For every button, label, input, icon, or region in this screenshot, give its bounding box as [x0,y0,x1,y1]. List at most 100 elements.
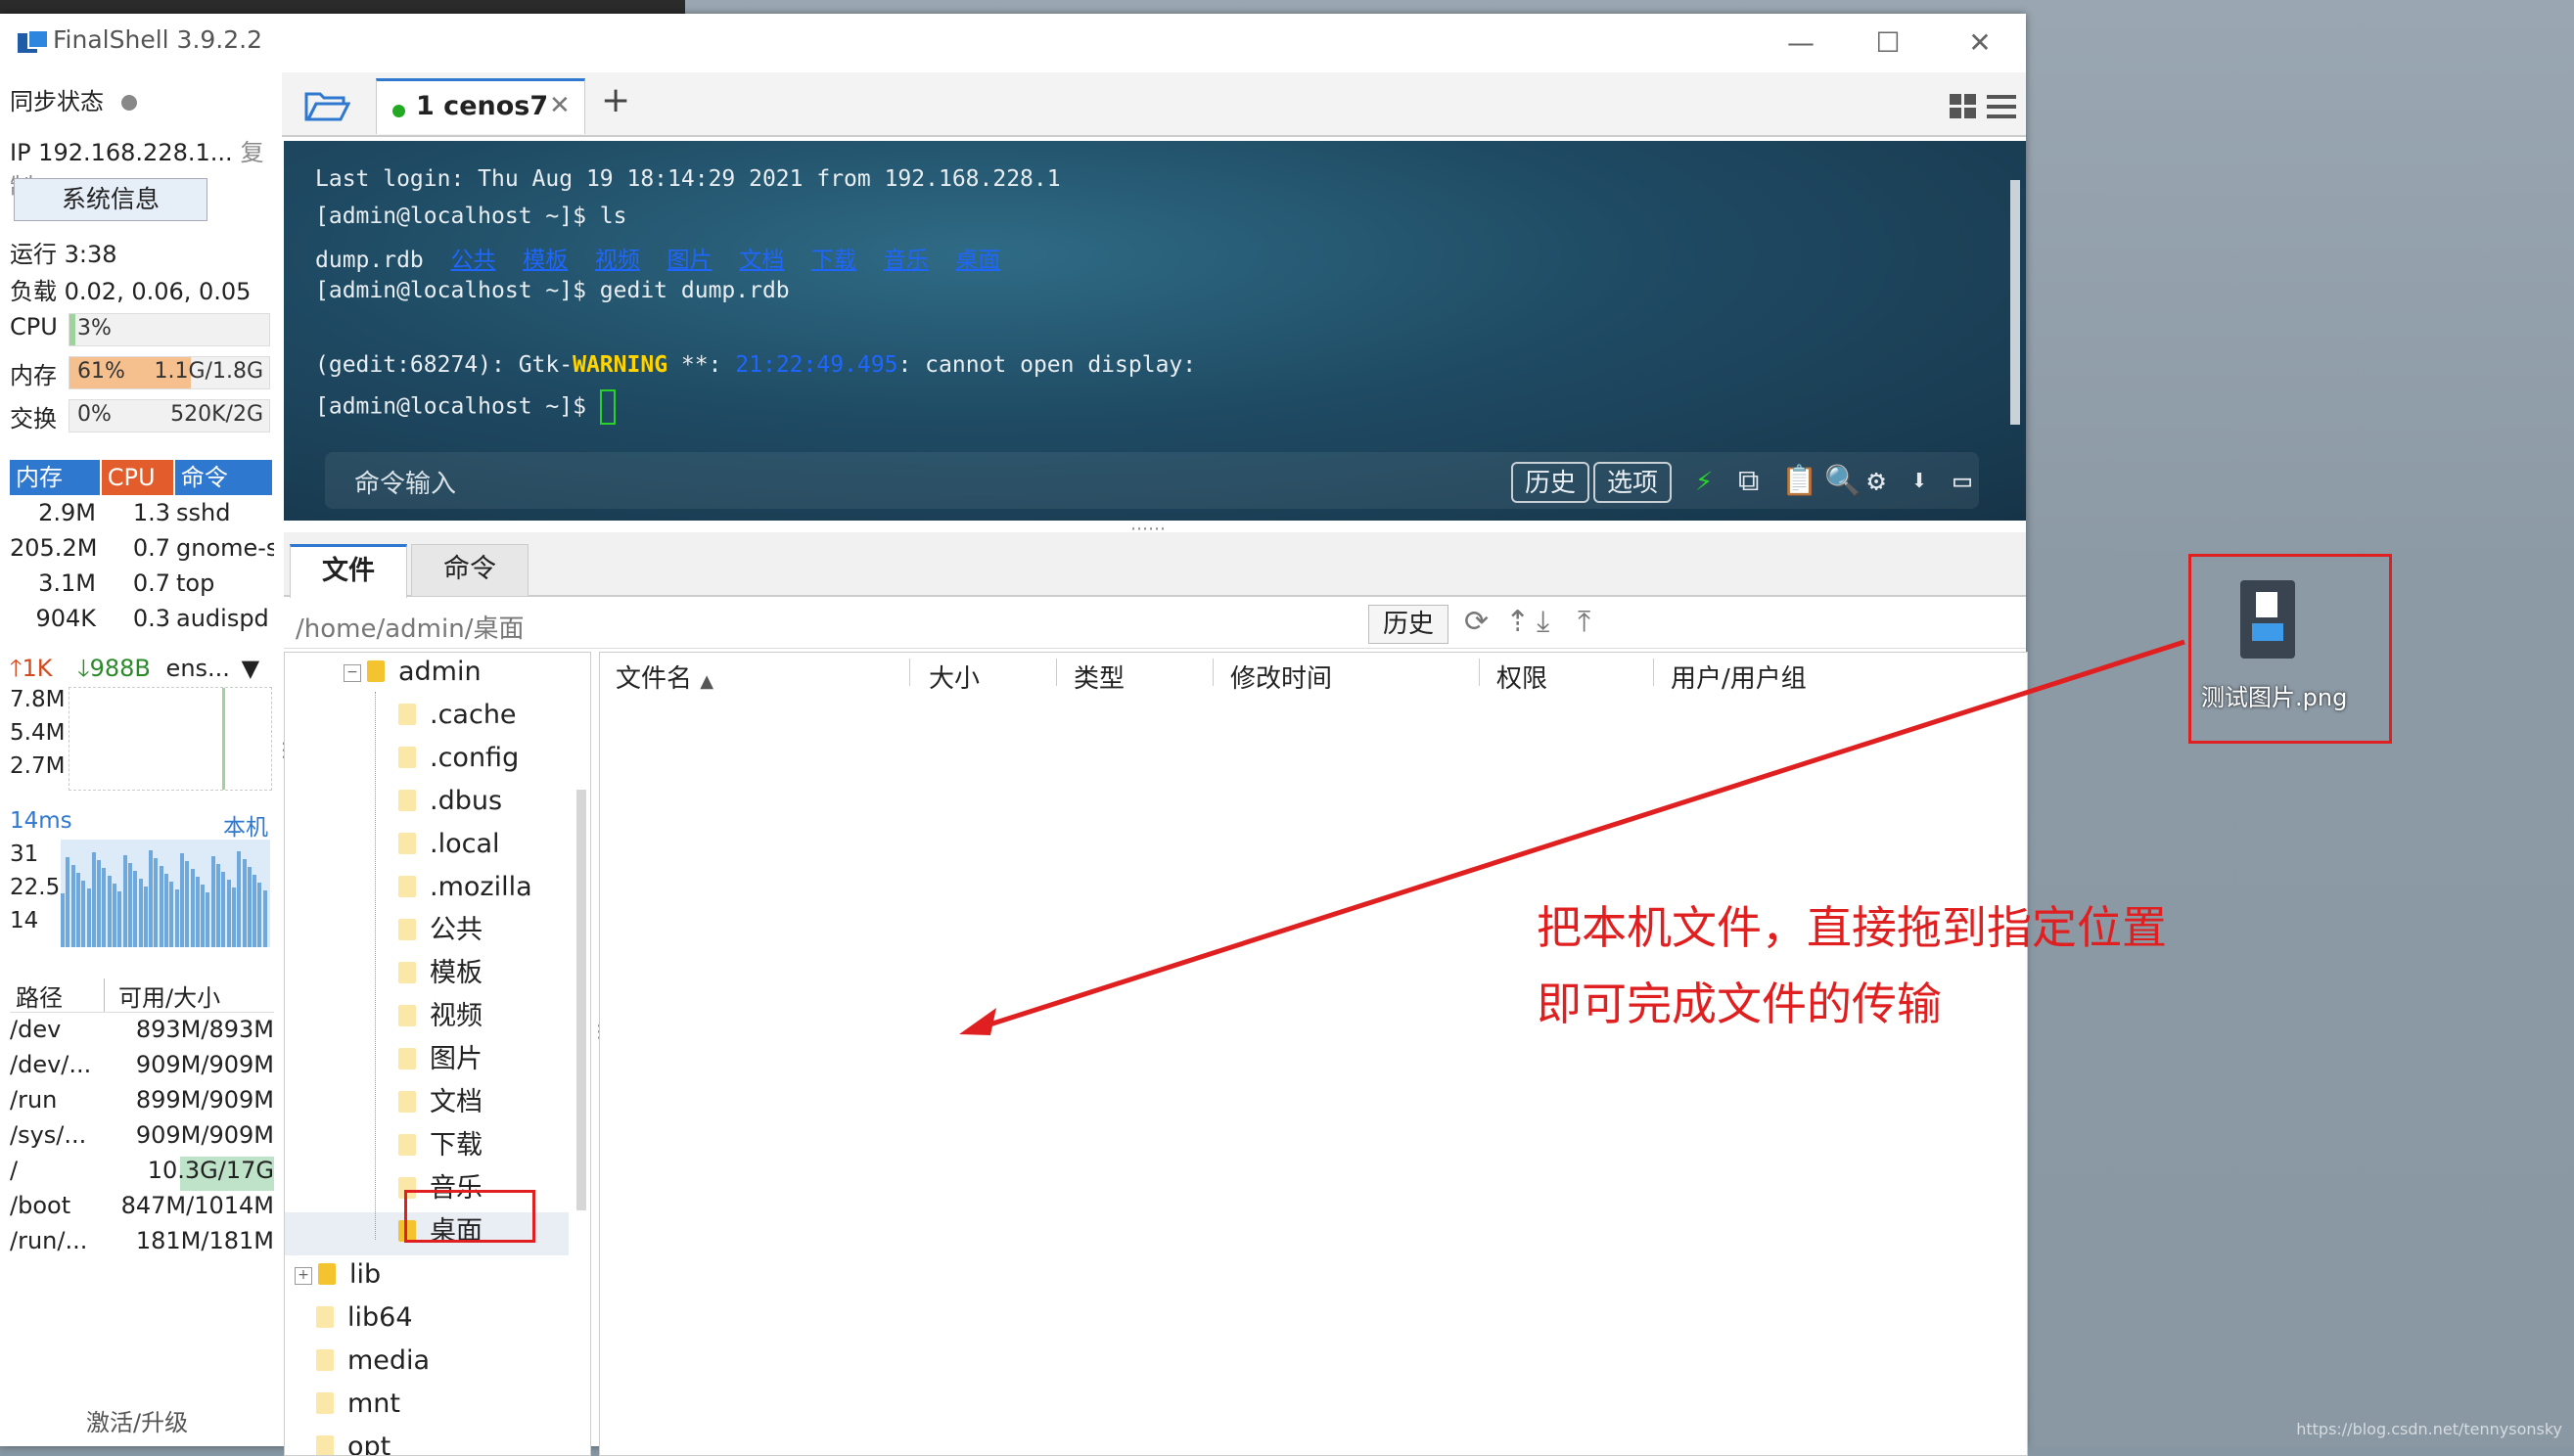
tree-node-root[interactable]: opt [316,1428,391,1456]
col-type[interactable]: 类型 [1074,659,1125,695]
maximize-button[interactable]: ☐ [1854,22,1922,65]
tab-close-icon[interactable]: ✕ [549,91,571,120]
up-directory-icon[interactable]: ⇡ [1505,605,1530,639]
col-size[interactable]: 大小 [929,659,980,695]
tree-node-root[interactable]: +lib [295,1255,381,1295]
tree-node-admin[interactable]: −admin [344,653,482,692]
tree-node[interactable]: 文档 [398,1083,483,1122]
disk-row[interactable]: /dev893M/893M [10,1016,274,1050]
disk-row[interactable]: /sys/...909M/909M [10,1121,274,1156]
tree-node[interactable]: 模板 [398,954,483,993]
tree-scrollbar[interactable] [576,790,586,1210]
tree-node[interactable]: .config [398,739,519,778]
disk-col-path[interactable]: 路径 [10,978,104,1012]
finalshell-window: FinalShell 3.9.2.2 — ☐ ✕ 同步状态 IP 192.168… [0,14,2026,1446]
cpu-label: CPU [10,313,58,341]
column-divider[interactable] [909,659,910,686]
download-icon[interactable]: ⤓ [1537,605,1549,639]
tree-node[interactable]: .dbus [398,782,502,821]
proc-col-cpu[interactable]: CPU [102,460,175,495]
disk-row[interactable]: /boot847M/1014M [10,1192,274,1226]
proc-col-cmd[interactable]: 命令 [175,460,274,495]
tree-node-root[interactable]: mnt [316,1385,400,1424]
terminal-scrollbar[interactable] [2010,180,2020,425]
system-info-button[interactable]: 系统信息 [14,178,207,221]
ping-target[interactable]: 本机 [223,808,268,842]
tab-commands[interactable]: 命令 [411,544,529,596]
gear-icon[interactable]: ⚙ [1867,464,1885,498]
arrow-down-icon[interactable]: ⬇ [1910,464,1928,498]
process-row[interactable]: 2.9M1.3sshd [10,499,274,532]
paste-icon[interactable]: 📋 [1781,464,1817,498]
mem-label: 内存 [10,356,57,390]
tree-node[interactable]: 公共 [398,911,483,950]
column-divider[interactable] [1213,659,1214,686]
load-average: 负载 0.02, 0.06, 0.05 [10,272,251,306]
disk-col-size[interactable]: 可用/大小 [109,978,220,1012]
disk-size: 909M/909M [117,1121,274,1156]
proc-cpu: 0.7 [100,569,176,603]
tab-session[interactable]: 1 cenos7 ✕ [376,78,585,134]
disk-size: 10.3G/17G [117,1157,274,1191]
add-tab-button[interactable]: + [601,80,630,120]
tree-node[interactable]: 下载 [398,1126,483,1165]
col-owner[interactable]: 用户/用户组 [1671,659,1807,695]
menu-icon[interactable] [1987,94,2016,119]
tree-node-root[interactable]: lib64 [316,1298,413,1338]
sort-asc-icon: ▲ [700,671,713,692]
path-input[interactable]: /home/admin/桌面 [296,609,524,645]
expand-icon[interactable]: + [295,1267,312,1285]
collapse-icon[interactable]: − [344,664,361,682]
network-graph [69,687,272,791]
tree-node[interactable]: .mozilla [398,868,532,907]
proc-col-mem[interactable]: 内存 [10,460,102,495]
window-icon[interactable]: ▭ [1953,464,1971,498]
tree-node[interactable]: 图片 [398,1040,483,1079]
ping-bar [71,865,75,947]
copy-icon[interactable]: ⧉ [1738,464,1759,498]
terminal[interactable]: Last login: Thu Aug 19 18:14:29 2021 fro… [284,141,2026,521]
activate-upgrade-link[interactable]: 激活/升级 [86,1403,188,1437]
disk-row[interactable]: /dev/...909M/909M [10,1051,274,1085]
process-row[interactable]: 3.1M0.7top [10,569,274,603]
col-permissions[interactable]: 权限 [1496,659,1547,695]
upload-icon[interactable]: ⤒ [1578,605,1590,639]
disk-row[interactable]: /run/...181M/181M [10,1227,274,1261]
tab-files[interactable]: 文件 [290,544,407,598]
options-button[interactable]: 选项 [1593,462,1672,503]
tree-node[interactable]: 视频 [398,997,483,1036]
warning-suffix: : cannot open display: [897,352,1196,378]
layout-grid-icon[interactable] [1950,94,1977,119]
ls-dir: 音乐 [884,248,929,273]
desktop-file[interactable]: 测试图片.png [2188,554,2392,744]
bottom-tab-bar: 文件 命令 [284,532,2026,597]
disk-row[interactable]: /10.3G/17G [10,1157,274,1191]
close-button[interactable]: ✕ [1946,22,2014,65]
command-input[interactable]: 命令输入 [354,464,456,500]
column-divider[interactable] [1056,659,1057,686]
network-header[interactable]: 🡑1K 🡓988B ens... ▼ [10,652,259,692]
search-icon[interactable]: 🔍 [1824,464,1861,498]
tree-node-root[interactable]: media [316,1342,430,1381]
process-row[interactable]: 205.2M0.7gnome-s [10,534,274,568]
open-folder-icon[interactable] [303,86,350,123]
chevron-down-icon[interactable]: ▼ [242,655,259,682]
column-divider[interactable] [1653,659,1654,686]
col-filename[interactable]: 文件名 ▲ [616,659,713,695]
refresh-icon[interactable]: ⟳ [1464,605,1489,639]
minimize-button[interactable]: — [1767,22,1835,65]
path-history-button[interactable]: 历史 [1368,605,1448,644]
col-modified[interactable]: 修改时间 [1230,659,1332,695]
ls-file: dump.rdb [315,248,424,273]
file-list[interactable]: 文件名 ▲ 大小 类型 修改时间 权限 用户/用户组 [599,652,2028,1456]
tree-node[interactable]: .local [398,825,500,864]
tree-node[interactable]: .cache [398,696,517,735]
column-divider[interactable] [1479,659,1480,686]
session-tab-bar: 1 cenos7 ✕ + [282,72,2026,137]
lightning-icon[interactable]: ⚡ [1695,464,1713,498]
disk-row[interactable]: /run899M/909M [10,1086,274,1120]
history-button[interactable]: 历史 [1511,462,1589,503]
command-input-bar: 命令输入 历史 选项 ⚡ ⧉ 📋 🔍 ⚙ ⬇ ▭ [325,452,1979,509]
title-bar[interactable]: FinalShell 3.9.2.2 — ☐ ✕ [0,14,2026,72]
process-row[interactable]: 904K0.3audispd [10,605,274,638]
